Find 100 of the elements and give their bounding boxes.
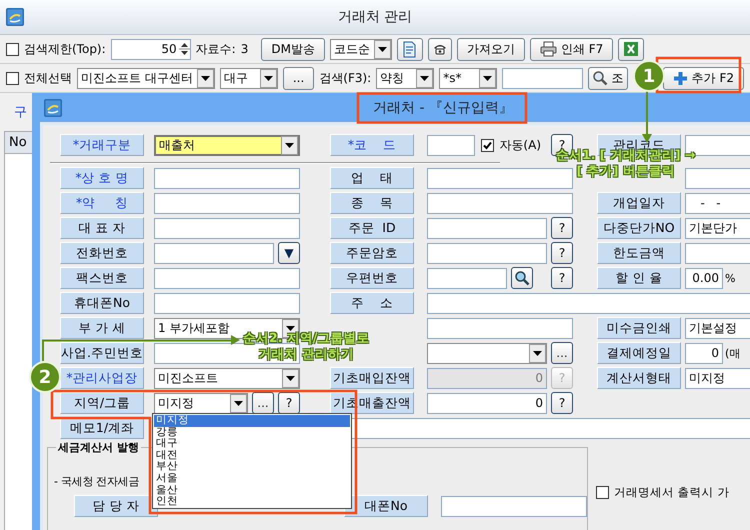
field-label: 주문암호 <box>330 242 414 264</box>
input-field[interactable] <box>441 496 587 516</box>
caret-icon <box>529 344 546 362</box>
caret-icon <box>281 136 298 154</box>
field-label: 주문 ID <box>330 217 414 239</box>
input-field[interactable] <box>154 168 300 188</box>
list-option[interactable]: 서울 <box>154 472 350 485</box>
field-label: 부 가 세 <box>60 317 144 339</box>
field-label: 우편번호 <box>330 267 414 289</box>
input-field[interactable]: 기본설정 <box>685 318 750 338</box>
checkbox-icon <box>481 138 494 152</box>
search-field[interactable] <box>502 68 583 88</box>
field-label: 개업일자 <box>597 192 681 214</box>
phone-button[interactable] <box>428 38 452 60</box>
help-button[interactable]: ? <box>278 392 300 414</box>
input-field[interactable] <box>427 292 750 314</box>
input-field[interactable] <box>427 242 547 264</box>
field-label: 계산서형태 <box>597 367 681 389</box>
toolbar-label: 검색(F3): <box>319 70 372 86</box>
input-field[interactable] <box>427 168 573 188</box>
caret-icon <box>230 394 247 412</box>
dropdown[interactable]: 코드순 <box>330 38 392 60</box>
app-icon <box>44 98 62 116</box>
input-field[interactable] <box>154 242 274 264</box>
toolbar-button[interactable]: ... <box>282 66 314 90</box>
caret-icon <box>282 368 299 388</box>
field-label: 사업.주민번호 <box>60 342 144 364</box>
spreadsheet-button[interactable] <box>618 38 644 60</box>
field-label: 휴대폰No <box>60 292 144 314</box>
field-label: *관리사업장 <box>60 367 144 389</box>
help-button: ? <box>551 367 573 389</box>
field-label: 대 표 자 <box>60 217 144 239</box>
input-field[interactable] <box>685 242 750 264</box>
list-option[interactable]: 미지정 <box>154 415 350 427</box>
input-field[interactable]: 0 <box>685 342 723 364</box>
dropdown[interactable]: 약칭 <box>376 68 434 88</box>
checkbox[interactable]: 검색제한(Top): <box>6 40 106 58</box>
unit-label: (매 <box>725 346 740 360</box>
help-button[interactable]: ? <box>551 217 573 239</box>
input-field[interactable] <box>154 268 300 288</box>
input-field[interactable]: 0.00 <box>685 268 723 288</box>
list-option[interactable]: 대전 <box>154 450 350 462</box>
checkbox-icon <box>596 486 609 499</box>
dropdown[interactable]: 매출처 <box>154 134 300 156</box>
phone-icon <box>432 43 447 55</box>
search-button[interactable]: 조 <box>588 66 628 90</box>
dropdown[interactable]: 미진소프트 <box>154 368 300 388</box>
caret-icon <box>374 40 391 58</box>
dropdown[interactable]: 미진소프트 대구센터 <box>77 68 215 88</box>
input-field[interactable] <box>427 218 547 238</box>
dropdown[interactable] <box>427 342 547 364</box>
field-label: 지역/그룹 <box>60 392 144 414</box>
input-field[interactable] <box>427 318 573 338</box>
dropdown[interactable]: 미지정 <box>154 392 248 414</box>
help-button[interactable]: ? <box>551 242 573 264</box>
list-option[interactable]: 대구 <box>154 438 350 450</box>
note-text: - 국세청 전자세금 <box>54 474 139 489</box>
input-field[interactable] <box>427 268 507 288</box>
list-option[interactable]: 부산 <box>154 461 350 473</box>
checkbox[interactable]: 거래명세서 출력시 가 <box>596 485 730 500</box>
help-button[interactable]: ? <box>551 267 573 289</box>
input-field[interactable] <box>154 218 300 238</box>
input-field[interactable] <box>154 292 300 314</box>
plus-icon <box>672 70 688 86</box>
add-button[interactable]: 추가 F2 <box>662 66 744 90</box>
field-label: 담 당 자 <box>74 495 158 517</box>
toolbar-label: 3 <box>240 42 248 56</box>
toolbar-button[interactable]: 가져오기 <box>456 38 525 60</box>
browse-button[interactable]: ... <box>252 392 274 414</box>
field-label: 할 인 율 <box>597 267 681 289</box>
list-option[interactable]: 강릉 <box>154 426 350 438</box>
input-field[interactable] <box>685 168 750 188</box>
field-label: 팩스번호 <box>60 267 144 289</box>
input-field[interactable]: 미지정 <box>685 368 750 388</box>
document-button[interactable] <box>396 38 423 60</box>
input-field[interactable]: - - <box>685 192 750 214</box>
number-spinner[interactable]: 50 <box>110 38 191 60</box>
input-field[interactable] <box>154 342 300 364</box>
print-button[interactable]: 인쇄 F7 <box>530 38 614 60</box>
input-field[interactable] <box>154 192 300 214</box>
input-field[interactable] <box>427 192 573 214</box>
dropdown-button[interactable]: ▼ <box>278 242 300 264</box>
dropdown[interactable]: 대구 <box>220 68 278 88</box>
input-field[interactable]: 기본단가 <box>685 218 750 238</box>
window-title: 거래처 관리 <box>338 8 412 26</box>
caret-icon <box>479 68 496 88</box>
checkbox-icon <box>6 42 19 56</box>
list-option[interactable]: 울산 <box>154 484 350 496</box>
checkbox[interactable]: 전체선택 <box>6 70 72 86</box>
input-field[interactable]: 0 <box>427 392 547 414</box>
browse-button[interactable]: ... <box>551 342 573 364</box>
printer-icon <box>540 41 557 57</box>
toolbar-button[interactable]: DM발송 <box>261 38 325 60</box>
dropdown[interactable]: *s* <box>439 68 498 88</box>
input-field[interactable] <box>427 134 476 156</box>
search-button[interactable] <box>511 267 533 289</box>
checkbox[interactable]: 자동(A) <box>481 136 541 154</box>
help-button[interactable]: ? <box>551 392 573 414</box>
field-label: *약 칭 <box>60 192 144 214</box>
caret-icon <box>196 68 214 88</box>
